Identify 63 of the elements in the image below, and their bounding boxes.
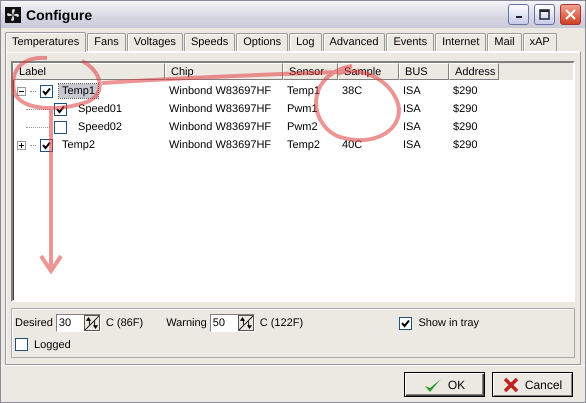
table-cell-text: Winbond W83697HF bbox=[168, 139, 272, 151]
table-cell-text: Winbond W83697HF bbox=[168, 121, 272, 133]
tab[interactable]: Log bbox=[289, 33, 322, 51]
cancel-button[interactable]: Cancel bbox=[492, 372, 573, 397]
tree-label[interactable]: Temp2 bbox=[59, 138, 98, 152]
table-cell-text: $290 bbox=[452, 139, 478, 151]
tab[interactable]: Events bbox=[386, 33, 434, 51]
tab[interactable]: Voltages bbox=[126, 33, 183, 51]
field-label: Warning bbox=[166, 317, 207, 329]
column-header[interactable]: Address bbox=[449, 63, 499, 80]
table-cell-text: ISA bbox=[402, 139, 422, 151]
table-cell-text: Temp1 bbox=[286, 85, 322, 97]
checkbox[interactable] bbox=[40, 138, 53, 152]
column-header[interactable]: Chip bbox=[165, 63, 283, 80]
tab[interactable]: Speeds bbox=[184, 33, 236, 51]
tree-label[interactable]: Temp1 bbox=[59, 84, 98, 98]
tab[interactable]: Fans bbox=[87, 33, 126, 51]
tab[interactable]: Internet bbox=[435, 33, 486, 51]
table-cell-text: ISA bbox=[402, 85, 422, 97]
table-cell-text: Pwm1 bbox=[286, 103, 319, 115]
minimize-button[interactable] bbox=[508, 4, 529, 25]
collapse-icon[interactable] bbox=[17, 86, 26, 96]
checkbox[interactable] bbox=[399, 316, 412, 330]
table-cell-text: $290 bbox=[452, 85, 478, 97]
table-cell-text: 38C bbox=[341, 85, 364, 97]
expand-icon[interactable] bbox=[17, 140, 26, 150]
tab[interactable]: xAP bbox=[522, 33, 557, 51]
close-icon bbox=[565, 9, 576, 20]
fan-icon bbox=[5, 6, 21, 22]
table-cell-text: ISA bbox=[402, 103, 422, 115]
checkbox[interactable] bbox=[54, 102, 67, 116]
column-header[interactable]: Sample bbox=[338, 63, 399, 80]
tab[interactable]: Options bbox=[236, 33, 288, 51]
table-cell-text: ISA bbox=[402, 121, 422, 133]
table-cell-text: Winbond W83697HF bbox=[168, 103, 272, 115]
cross-icon bbox=[502, 376, 519, 392]
table-cell-text: Winbond W83697HF bbox=[168, 85, 272, 97]
table-cell-text: $290 bbox=[452, 121, 478, 133]
field-label: Desired bbox=[15, 317, 53, 329]
tree-label[interactable]: Speed01 bbox=[75, 102, 126, 116]
checkbox[interactable] bbox=[40, 84, 53, 98]
unit-label: C (86F) bbox=[106, 317, 144, 329]
table-cell-text: Pwm2 bbox=[286, 121, 319, 133]
checkbox[interactable] bbox=[15, 338, 28, 351]
tab[interactable]: Temperatures bbox=[5, 32, 86, 52]
tab[interactable]: Advanced bbox=[322, 33, 386, 51]
close-button[interactable] bbox=[560, 4, 581, 25]
ok-button[interactable]: OK bbox=[404, 372, 485, 397]
column-header[interactable]: Label bbox=[13, 63, 165, 80]
table-cell-text: 40C bbox=[341, 139, 364, 151]
checkmark-icon bbox=[424, 376, 442, 392]
tree-label[interactable]: Speed02 bbox=[75, 120, 126, 134]
window-title: Configure bbox=[26, 6, 94, 22]
maximize-button[interactable] bbox=[534, 4, 555, 25]
checkbox-label: Logged bbox=[34, 338, 71, 350]
tab[interactable]: Mail bbox=[487, 33, 522, 51]
column-header[interactable]: BUS bbox=[399, 63, 449, 80]
maximize-icon bbox=[539, 9, 550, 20]
checkbox-label: Show in tray bbox=[418, 317, 479, 329]
table-cell-text: $290 bbox=[452, 103, 478, 115]
unit-label: C (122F) bbox=[260, 317, 304, 329]
checkbox[interactable] bbox=[54, 120, 67, 134]
table-cell-text: Temp2 bbox=[286, 139, 322, 151]
